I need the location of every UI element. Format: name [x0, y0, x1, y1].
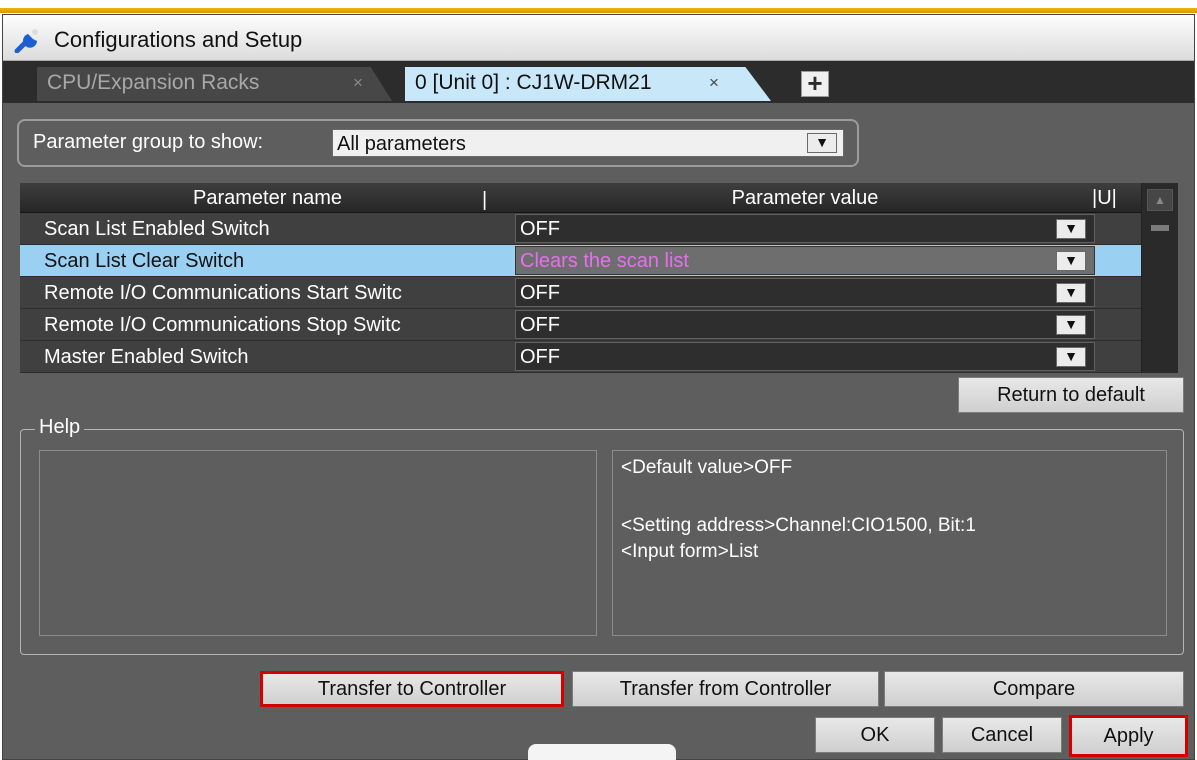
table-row[interactable]: Remote I/O Communications Stop Switc OFF… [20, 309, 1141, 341]
chevron-down-icon[interactable]: ▼ [1056, 283, 1086, 303]
configurations-window: Configurations and Setup CPU/Expansion R… [2, 14, 1195, 760]
parameter-value-select[interactable]: OFF ▼ [515, 342, 1095, 371]
parameter-value: OFF [520, 282, 560, 304]
column-header-parameter-name[interactable]: Parameter name [20, 187, 515, 210]
help-legend: Help [35, 416, 85, 439]
parameter-group-select[interactable]: All parameters ▼ [332, 129, 844, 157]
return-to-default-button[interactable]: Return to default [958, 377, 1184, 413]
parameter-grid: Parameter name | Parameter value |U| Sca… [20, 183, 1178, 373]
parameter-group-box: Parameter group to show: All parameters … [17, 119, 859, 167]
scroll-thumb[interactable] [1151, 225, 1169, 231]
transfer-from-controller-button[interactable]: Transfer from Controller [572, 671, 879, 707]
parameter-group-value: All parameters [337, 133, 466, 155]
help-input-form: <Input form>List [621, 541, 759, 562]
parameter-value: OFF [520, 218, 560, 240]
title-accent-bar [0, 0, 1197, 14]
tab-label: CPU/Expansion Racks [47, 71, 260, 94]
parameter-group-label: Parameter group to show: [33, 131, 264, 153]
table-row[interactable]: Master Enabled Switch OFF ▼ [20, 341, 1141, 373]
grid-header: Parameter name | Parameter value |U| [20, 183, 1141, 213]
ok-button[interactable]: OK [815, 717, 935, 753]
table-row[interactable]: Remote I/O Communications Start Switc OF… [20, 277, 1141, 309]
parameter-value-select[interactable]: OFF ▼ [515, 278, 1095, 307]
parameter-value: Clears the scan list [520, 250, 689, 272]
tab-cpu-expansion-racks[interactable]: CPU/Expansion Racks × [37, 67, 392, 101]
scroll-up-icon[interactable]: ▲ [1147, 189, 1173, 211]
wrench-icon [14, 29, 38, 53]
tab-unit-0-cj1w-drm21[interactable]: 0 [Unit 0] : CJ1W-DRM21 × [405, 67, 771, 101]
chevron-down-icon[interactable]: ▼ [1056, 219, 1086, 239]
column-header-unit[interactable]: |U| [1092, 187, 1117, 210]
grid-scrollbar[interactable]: ▲ [1141, 183, 1178, 373]
parameter-name: Remote I/O Communications Start Switc [44, 282, 402, 304]
bottom-tab-handle [528, 744, 676, 760]
parameter-name: Master Enabled Switch [44, 346, 249, 368]
table-row[interactable]: Scan List Enabled Switch OFF ▼ [20, 213, 1141, 245]
parameter-value: OFF [520, 314, 560, 336]
help-default-value: <Default value>OFF [621, 457, 793, 478]
parameter-value: OFF [520, 346, 560, 368]
title-bar: Configurations and Setup [3, 15, 1194, 61]
compare-button[interactable]: Compare [884, 671, 1184, 707]
apply-button[interactable]: Apply [1069, 715, 1188, 757]
add-tab-button[interactable]: + [801, 70, 829, 97]
parameter-value-select[interactable]: OFF ▼ [515, 310, 1095, 339]
tab-strip: CPU/Expansion Racks × 0 [Unit 0] : CJ1W-… [3, 61, 1194, 103]
window-title: Configurations and Setup [54, 27, 303, 52]
help-setting-address: <Setting address>Channel:CIO1500, Bit:1 [621, 515, 976, 536]
close-icon[interactable]: × [353, 67, 363, 99]
chevron-down-icon[interactable]: ▼ [1056, 251, 1086, 271]
column-header-parameter-value[interactable]: Parameter value [515, 187, 1095, 210]
help-detail-pane: <Default value>OFF <Setting address>Chan… [612, 450, 1167, 636]
parameter-name: Scan List Clear Switch [44, 250, 245, 272]
help-panel: Help <Default value>OFF <Setting address… [20, 416, 1184, 655]
tab-label: 0 [Unit 0] : CJ1W-DRM21 [415, 71, 652, 94]
transfer-to-controller-button[interactable]: Transfer to Controller [260, 671, 564, 707]
cancel-button[interactable]: Cancel [942, 717, 1062, 753]
parameter-name: Scan List Enabled Switch [44, 218, 270, 240]
chevron-down-icon[interactable]: ▼ [1056, 315, 1086, 335]
parameter-value-select[interactable]: Clears the scan list ▼ [515, 246, 1095, 275]
column-resize-handle[interactable]: | [482, 189, 487, 212]
table-row[interactable]: Scan List Clear Switch Clears the scan l… [20, 245, 1141, 277]
close-icon[interactable]: × [709, 67, 719, 99]
help-description-pane [39, 450, 597, 636]
chevron-down-icon[interactable]: ▼ [1056, 347, 1086, 367]
parameter-name: Remote I/O Communications Stop Switc [44, 314, 401, 336]
parameter-value-select[interactable]: OFF ▼ [515, 214, 1095, 243]
chevron-down-icon[interactable]: ▼ [807, 133, 837, 153]
